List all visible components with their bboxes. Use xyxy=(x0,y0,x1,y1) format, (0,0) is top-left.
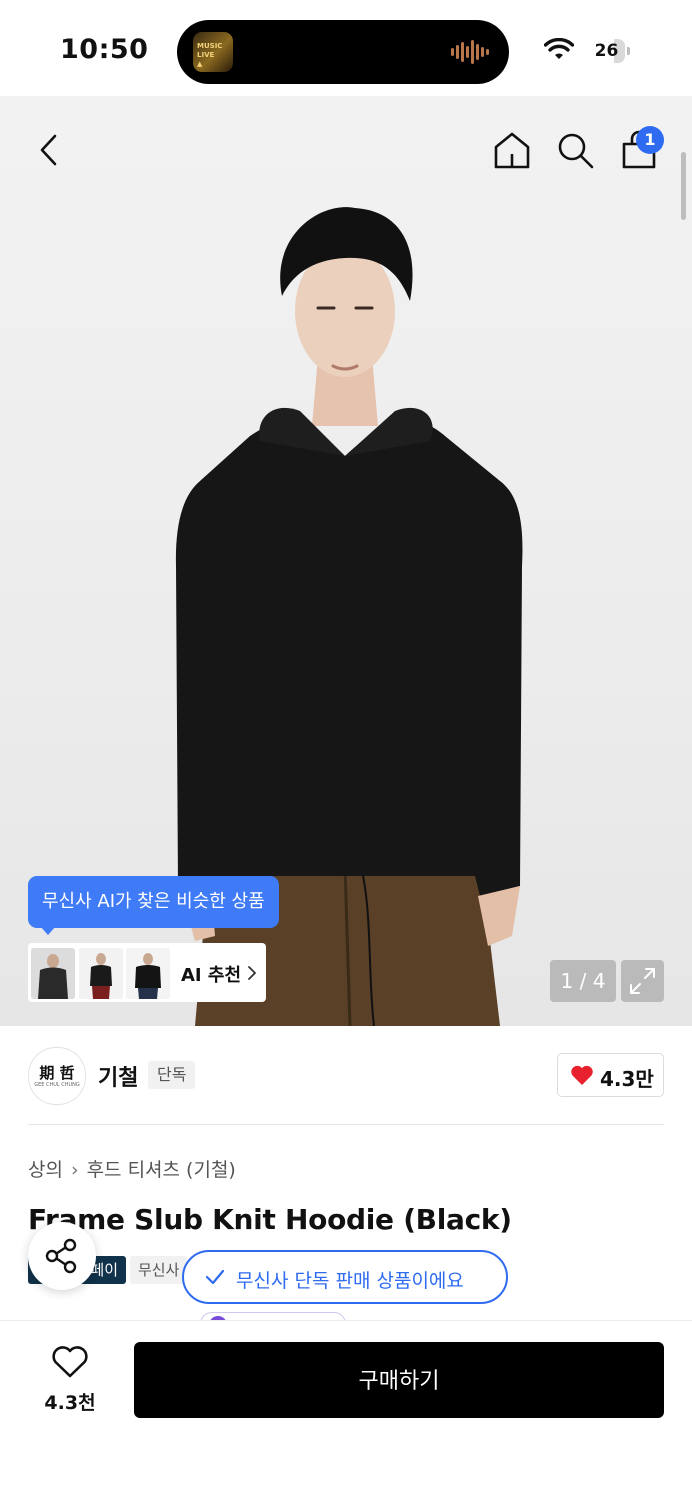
scrollbar-thumb[interactable] xyxy=(681,152,686,220)
brand-like-button[interactable]: 4.3만 xyxy=(557,1053,664,1097)
brand-logo-text: 期 哲 xyxy=(39,1064,75,1082)
similar-product-thumbnail[interactable] xyxy=(31,948,75,999)
chevron-right-icon xyxy=(248,966,257,980)
status-time: 10:50 xyxy=(60,34,149,65)
musinsa-badge: 무신사 xyxy=(130,1256,188,1284)
brand-name[interactable]: 기철 xyxy=(98,1060,138,1092)
breadcrumb-separator-icon: › xyxy=(70,1159,79,1181)
search-button[interactable] xyxy=(553,128,597,172)
exclusive-sale-toast: 무신사 단독 판매 상품이에요 xyxy=(182,1250,508,1304)
wifi-icon xyxy=(544,38,574,59)
battery-level: 26 xyxy=(594,41,619,61)
image-counter: 1 / 4 xyxy=(550,960,616,1002)
share-icon xyxy=(45,1238,77,1274)
cart-count-badge: 1 xyxy=(636,126,664,154)
ai-similar-tooltip[interactable]: 무신사 AI가 찾은 비슷한 상품 xyxy=(28,876,279,928)
breadcrumb-subcategory[interactable]: 후드 티셔츠 (기철) xyxy=(87,1159,236,1181)
heart-outline-icon xyxy=(52,1346,88,1378)
wishlist-button[interactable]: 4.3천 xyxy=(30,1342,110,1418)
check-icon xyxy=(205,1269,225,1285)
chevron-left-icon xyxy=(40,134,57,166)
share-button[interactable] xyxy=(28,1222,96,1290)
home-button[interactable] xyxy=(490,128,534,172)
heart-filled-icon xyxy=(571,1065,593,1085)
exclusive-badge: 단독 xyxy=(148,1061,196,1089)
breadcrumb-category[interactable]: 상의 xyxy=(28,1159,63,1181)
exclusive-sale-text: 무신사 단독 판매 상품이에요 xyxy=(236,1270,464,1292)
search-icon xyxy=(558,133,594,169)
similar-product-thumbnail[interactable] xyxy=(79,948,123,999)
wishlist-count: 4.3천 xyxy=(44,1392,96,1414)
buy-button[interactable]: 구매하기 xyxy=(134,1342,664,1418)
expand-image-button[interactable] xyxy=(621,960,664,1002)
now-playing-app-icon: MUSIC LIVE ▲ xyxy=(193,32,233,72)
audio-wave-icon xyxy=(451,40,489,64)
expand-icon xyxy=(630,968,655,994)
back-button[interactable] xyxy=(28,128,72,172)
brand-logo[interactable]: 期 哲 GEE CHUL CHUNG xyxy=(28,1047,86,1105)
home-icon xyxy=(494,132,530,169)
brand-like-count: 4.3만 xyxy=(600,1067,654,1091)
battery-cap xyxy=(627,47,630,55)
brand-logo-subtext: GEE CHUL CHUNG xyxy=(34,1082,80,1088)
tooltip-arrow xyxy=(40,926,56,935)
dynamic-island: MUSIC LIVE ▲ xyxy=(177,20,509,84)
similar-product-thumbnail[interactable] xyxy=(126,948,170,999)
ai-recommend-label: AI 추천 xyxy=(181,965,242,986)
ai-recommend-strip[interactable]: AI 추천 xyxy=(28,943,266,1002)
divider xyxy=(28,1124,664,1125)
product-title: Frame Slub Knit Hoodie (Black) xyxy=(28,1203,512,1236)
battery-indicator: 26 xyxy=(588,39,625,63)
breadcrumb: 상의 › 후드 티셔츠 (기철) xyxy=(28,1155,236,1182)
